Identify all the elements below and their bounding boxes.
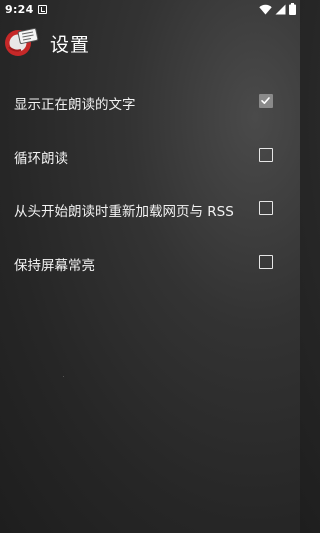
battery-icon	[289, 3, 296, 18]
setting-loop-reading[interactable]: 循环朗读	[0, 129, 300, 183]
wifi-icon	[259, 4, 272, 18]
setting-label: 从头开始朗读时重新加载网页与 RSS	[14, 204, 234, 220]
notification-icon	[38, 5, 47, 14]
keep-screen-on-checkbox[interactable]	[259, 254, 273, 269]
status-time: 9:24	[5, 3, 34, 16]
action-bar: 设置	[0, 20, 300, 64]
setting-label: 显示正在朗读的文字	[14, 97, 136, 113]
show-reading-text-checkbox[interactable]	[259, 94, 273, 108]
setting-keep-screen-on[interactable]: 保持屏幕常亮	[0, 236, 300, 290]
setting-label: 循环朗读	[14, 150, 68, 167]
setting-show-reading-text[interactable]: 显示正在朗读的文字	[0, 75, 300, 129]
status-icons	[259, 3, 296, 18]
reload-on-restart-checkbox[interactable]	[259, 201, 273, 215]
signal-icon	[275, 4, 286, 18]
background-speck	[63, 376, 64, 377]
page-title: 设置	[50, 34, 91, 56]
checkmark-icon	[261, 97, 270, 104]
app-logo-icon[interactable]	[4, 26, 40, 58]
setting-label: 保持屏幕常亮	[14, 257, 95, 274]
loop-reading-checkbox[interactable]	[259, 147, 273, 162]
settings-list: 显示正在朗读的文字 循环朗读 从头开始朗读时重新加载网页与 RSS 保持屏幕常亮	[0, 75, 300, 289]
status-bar: 9:24	[0, 0, 300, 20]
setting-reload-on-restart[interactable]: 从头开始朗读时重新加载网页与 RSS	[0, 182, 300, 236]
